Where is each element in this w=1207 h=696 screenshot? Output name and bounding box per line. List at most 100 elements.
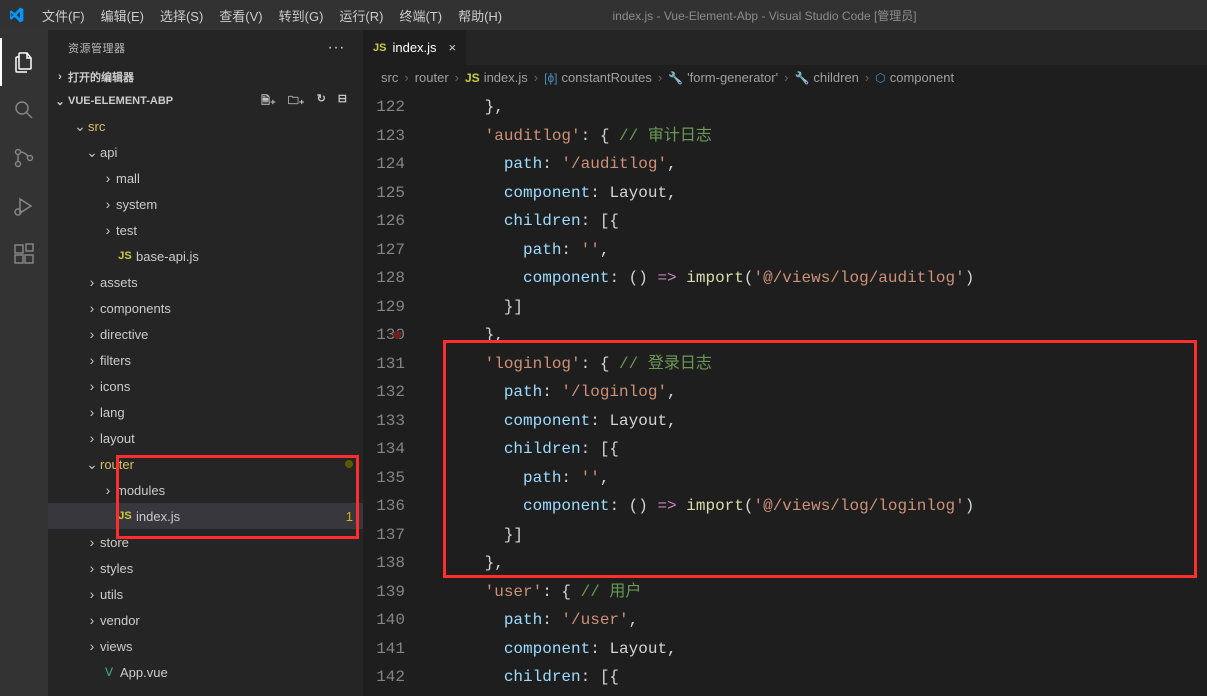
tree-item[interactable]: ›vendor: [48, 607, 363, 633]
activity-debug[interactable]: [0, 182, 48, 230]
menu-help[interactable]: 帮助(H): [450, 2, 510, 29]
project-section[interactable]: ⌄ VUE-ELEMENT-ABP 🗎₊ 🗀₊ ↻ ⊟: [48, 89, 363, 113]
line-number[interactable]: 135: [363, 464, 405, 493]
tree-item[interactable]: ›test: [48, 217, 363, 243]
chevron-right-icon: ›: [52, 71, 68, 83]
debug-icon: [12, 194, 36, 218]
chevron-right-icon: ›: [84, 612, 100, 628]
menu-run[interactable]: 运行(R): [331, 2, 391, 29]
tree-item-label: modules: [116, 483, 363, 498]
activity-explorer[interactable]: [0, 38, 48, 86]
line-number[interactable]: 136: [363, 492, 405, 521]
line-number[interactable]: 122: [363, 93, 405, 122]
editor-tabs: JS index.js ×: [363, 30, 1207, 65]
line-number[interactable]: 124: [363, 150, 405, 179]
bc-component[interactable]: component: [890, 70, 954, 85]
tree-item[interactable]: ⌄api: [48, 139, 363, 165]
line-number[interactable]: 132: [363, 378, 405, 407]
tree-item[interactable]: ⌄router: [48, 451, 363, 477]
tree-item-label: test: [116, 223, 363, 238]
menu-select[interactable]: 选择(S): [152, 2, 211, 29]
menu-edit[interactable]: 编辑(E): [93, 2, 152, 29]
editor-area: JS index.js × src› router› JS index.js› …: [363, 30, 1207, 696]
bc-form[interactable]: 'form-generator': [687, 70, 778, 85]
source-control-icon: [12, 146, 36, 170]
bc-const[interactable]: constantRoutes: [562, 70, 652, 85]
line-number[interactable]: 129: [363, 293, 405, 322]
open-editors-section[interactable]: › 打开的编辑器: [48, 65, 363, 89]
chevron-right-icon: ›: [100, 196, 116, 212]
line-gutter[interactable]: 1221231241251261271281291301311321331341…: [363, 91, 427, 696]
chevron-right-icon: ›: [84, 300, 100, 316]
tree-item[interactable]: ›views: [48, 633, 363, 659]
tree-item-label: lang: [100, 405, 363, 420]
tree-item[interactable]: ›layout: [48, 425, 363, 451]
line-number[interactable]: 123: [363, 122, 405, 151]
chevron-right-icon: ›: [84, 404, 100, 420]
new-file-icon[interactable]: 🗎₊: [261, 92, 276, 111]
line-number[interactable]: 128: [363, 264, 405, 293]
tree-item[interactable]: ›components: [48, 295, 363, 321]
chevron-right-icon: ›: [100, 222, 116, 238]
tree-item[interactable]: ›filters: [48, 347, 363, 373]
chevron-right-icon: ›: [100, 170, 116, 186]
line-number[interactable]: 127: [363, 236, 405, 265]
line-number[interactable]: 126: [363, 207, 405, 236]
breakpoint-icon[interactable]: [393, 331, 401, 339]
line-number[interactable]: 142: [363, 663, 405, 692]
menu-go[interactable]: 转到(G): [271, 2, 332, 29]
tree-item[interactable]: ›directive: [48, 321, 363, 347]
new-folder-icon[interactable]: 🗀₊: [288, 92, 305, 111]
breadcrumbs[interactable]: src› router› JS index.js› [ϕ] constantRo…: [363, 65, 1207, 91]
more-icon[interactable]: ···: [328, 39, 345, 57]
tree-item-label: store: [100, 535, 363, 550]
refresh-icon[interactable]: ↻: [317, 92, 326, 111]
activity-extensions[interactable]: [0, 230, 48, 278]
tree-item[interactable]: ›system: [48, 191, 363, 217]
cube-icon: ⬡: [875, 71, 885, 85]
line-number[interactable]: 137: [363, 521, 405, 550]
tree-item[interactable]: JSindex.js1: [48, 503, 363, 529]
tree-item[interactable]: ›modules: [48, 477, 363, 503]
bc-src[interactable]: src: [381, 70, 398, 85]
line-number[interactable]: 133: [363, 407, 405, 436]
tree-item[interactable]: ›assets: [48, 269, 363, 295]
line-number[interactable]: 134: [363, 435, 405, 464]
tree-item[interactable]: JSbase-api.js: [48, 243, 363, 269]
vscode-logo-icon: [8, 7, 24, 23]
chevron-down-icon: ⌄: [72, 118, 88, 135]
line-number[interactable]: 125: [363, 179, 405, 208]
menu-terminal[interactable]: 终端(T): [391, 2, 450, 29]
bc-children[interactable]: children: [813, 70, 859, 85]
js-file-icon: JS: [373, 42, 386, 54]
tree-item[interactable]: ›utils: [48, 581, 363, 607]
tree-item[interactable]: ›icons: [48, 373, 363, 399]
bc-router[interactable]: router: [415, 70, 449, 85]
js-file-icon: JS: [116, 510, 134, 522]
activity-search[interactable]: [0, 86, 48, 134]
tree-item[interactable]: ›styles: [48, 555, 363, 581]
line-number[interactable]: 139: [363, 578, 405, 607]
sidebar-header: 资源管理器 ···: [48, 30, 363, 65]
search-icon: [12, 98, 36, 122]
chevron-right-icon: ›: [84, 638, 100, 654]
files-icon: [13, 50, 37, 74]
tree-item[interactable]: ⌄src: [48, 113, 363, 139]
tree-item[interactable]: VApp.vue: [48, 659, 363, 685]
tree-item[interactable]: ›store: [48, 529, 363, 555]
tree-item[interactable]: ›mall: [48, 165, 363, 191]
line-number[interactable]: 138: [363, 549, 405, 578]
menu-file[interactable]: 文件(F): [34, 2, 93, 29]
line-number[interactable]: 131: [363, 350, 405, 379]
close-icon[interactable]: ×: [449, 40, 457, 55]
activity-scm[interactable]: [0, 134, 48, 182]
bc-file[interactable]: index.js: [484, 70, 528, 85]
line-number[interactable]: 140: [363, 606, 405, 635]
collapse-icon[interactable]: ⊟: [338, 92, 347, 111]
variable-icon: [ϕ]: [544, 71, 557, 85]
code-editor[interactable]: }, 'auditlog': { // 审计日志 path: '/auditlo…: [427, 91, 1207, 696]
menu-view[interactable]: 查看(V): [211, 2, 270, 29]
tab-index-js[interactable]: JS index.js ×: [363, 30, 467, 65]
line-number[interactable]: 141: [363, 635, 405, 664]
tree-item[interactable]: ›lang: [48, 399, 363, 425]
